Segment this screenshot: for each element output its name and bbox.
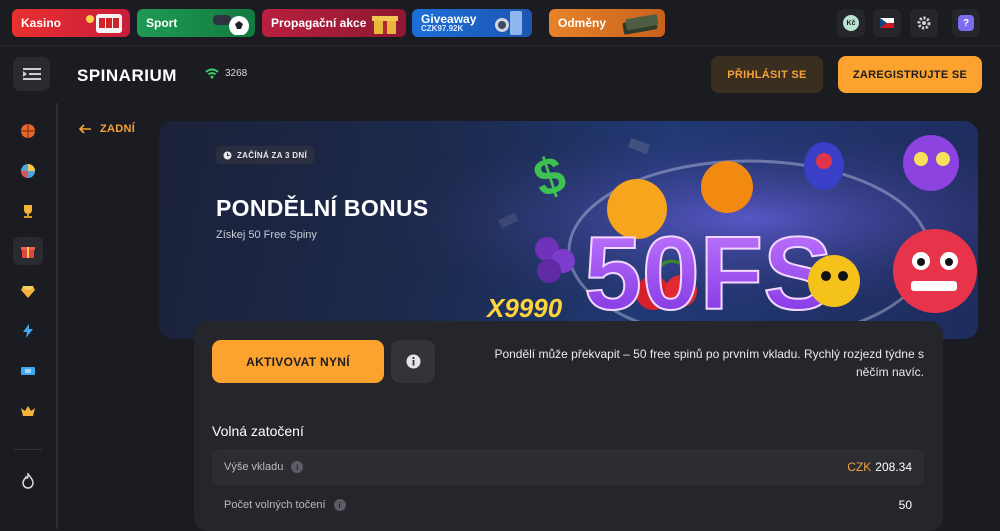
sidebar-item-tournaments[interactable] [13, 197, 43, 225]
header: SPINARIUM 3268 PŘIHLÁSIT SE ZAREGISTRUJT… [0, 47, 1000, 103]
promo-kasino-label: Kasino [21, 16, 62, 30]
row-value: 208.34 [875, 460, 912, 474]
sidebar-item-hot[interactable] [13, 467, 43, 495]
help-button[interactable]: ? [952, 9, 980, 37]
row-label-group: Výše vkladu i [224, 461, 304, 473]
settings-button[interactable] [910, 9, 938, 37]
sidebar-item-fast-games[interactable] [13, 317, 43, 345]
table-row: Výše vkladu i CZK 208.34 [212, 449, 924, 485]
row-label: Výše vkladu [224, 461, 284, 473]
fire-icon [22, 473, 34, 489]
promo-bar: Kasino Sport Propagační akce Giveaway CZ… [0, 0, 1000, 46]
cash-stack-icon [622, 14, 659, 35]
promo-propagacni-label: Propagační akce [271, 16, 367, 30]
trophy-icon [24, 205, 32, 218]
sidebar-item-vip[interactable] [13, 277, 43, 305]
slot-machine-icon [86, 14, 122, 33]
start-badge-label: ZAČÍNÁ ZA 3 DNÍ [237, 150, 307, 160]
menu-toggle-button[interactable] [13, 57, 50, 91]
register-button[interactable]: ZAREGISTRUJTE SE [838, 56, 982, 93]
promo-sport-label: Sport [146, 16, 178, 30]
info-button[interactable] [391, 340, 435, 383]
login-button[interactable]: PŘIHLÁSIT SE [711, 56, 823, 93]
gift-box-icon [372, 16, 398, 34]
giveaway-amount: CZK97.92K [421, 24, 464, 33]
promo-propagacni[interactable]: Propagační akce [262, 9, 406, 37]
table-row: Počet volných točení i 50 [212, 487, 924, 523]
section-title: Volná zatočení [212, 423, 304, 439]
ticket-icon [21, 367, 35, 375]
sidebar [0, 103, 58, 529]
sidebar-item-loyalty[interactable] [13, 397, 43, 425]
bonus-description: Pondělí může překvapit – 50 free spinů p… [494, 347, 924, 379]
roulette-icon [21, 164, 35, 178]
arrow-left-icon [78, 124, 91, 134]
back-link[interactable]: ZADNÍ [78, 123, 135, 135]
activate-button[interactable]: AKTIVOVAT NYNÍ [212, 340, 384, 383]
sidebar-item-promotions[interactable] [13, 237, 43, 265]
soccer-ball-icon [213, 15, 249, 35]
promo-kasino[interactable]: Kasino [12, 9, 130, 37]
online-count: 3268 [225, 68, 248, 79]
banner-50fs-text: 50FS [584, 216, 833, 332]
bonus-details-card: AKTIVOVAT NYNÍ Pondělí může překvapit – … [194, 321, 943, 531]
wifi-icon [205, 68, 219, 79]
promo-giveaway[interactable]: Giveaway CZK97.92K [412, 9, 532, 37]
question-icon: ? [958, 15, 974, 31]
bonus-subtitle: Získej 50 Free Spiny [216, 229, 317, 241]
bonus-title: PONDĚLNÍ BONUS [216, 195, 429, 221]
logo[interactable]: SPINARIUM [77, 66, 177, 86]
sidebar-item-sports[interactable] [13, 117, 43, 145]
menu-collapse-icon [22, 68, 41, 80]
back-label: ZADNÍ [100, 123, 136, 135]
online-counter: 3268 [205, 68, 247, 79]
czech-flag-icon [880, 18, 894, 28]
lightning-icon [23, 324, 33, 338]
sidebar-item-casino[interactable] [13, 157, 43, 185]
clock-icon [223, 151, 232, 159]
row-value-group: CZK 208.34 [847, 460, 912, 474]
promo-banner: $ 50FS X9990 ZAČÍNÁ ZA 3 DNÍ PONDĚLNÍ BO… [159, 121, 978, 339]
basketball-icon [21, 124, 35, 138]
promo-odmeny[interactable]: Odměny [549, 9, 665, 37]
promo-sport[interactable]: Sport [137, 9, 255, 37]
sidebar-item-tickets[interactable] [13, 357, 43, 385]
language-selector[interactable] [873, 9, 901, 37]
phone-watch-icon [495, 11, 522, 35]
info-icon[interactable]: i [291, 461, 304, 473]
crown-icon [21, 406, 35, 416]
sidebar-divider [14, 449, 42, 450]
currency-label: CZK [847, 460, 872, 474]
info-icon[interactable]: i [333, 499, 346, 511]
row-value: 50 [898, 498, 912, 512]
gift-icon [21, 247, 35, 258]
row-label: Počet volných točení [224, 499, 326, 511]
currency-badge: Kč [843, 15, 859, 31]
diamond-icon [21, 286, 35, 298]
currency-selector[interactable]: Kč [837, 9, 865, 37]
info-icon [406, 354, 420, 369]
banner-multiplier-text: X9990 [485, 293, 563, 323]
row-label-group: Počet volných točení i [224, 499, 346, 511]
gear-icon [917, 16, 931, 30]
promo-odmeny-label: Odměny [558, 16, 607, 30]
start-badge: ZAČÍNÁ ZA 3 DNÍ [216, 146, 314, 164]
